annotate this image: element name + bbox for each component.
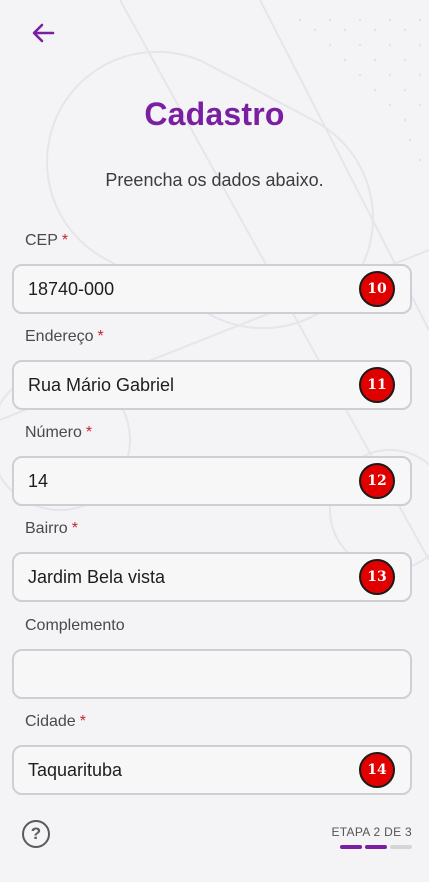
neighborhood-value: Jardim Bela vista — [28, 566, 166, 587]
address-value: Rua Mário Gabriel — [28, 374, 175, 395]
required-marker: * — [97, 328, 104, 345]
step-number-badge: 13 — [359, 559, 395, 595]
city-input[interactable]: Taquarituba 14 — [12, 745, 412, 795]
number-input[interactable]: 14 12 — [12, 456, 412, 506]
step-segment — [390, 845, 412, 849]
city-label: Cidade * — [25, 713, 86, 730]
address-input[interactable]: Rua Mário Gabriel 11 — [12, 360, 412, 410]
required-marker: * — [61, 232, 69, 249]
back-button[interactable] — [26, 18, 60, 48]
address-field: Endereço * Rua Mário Gabriel 11 — [12, 327, 412, 410]
page-subtitle: Preencha os dados abaixo. — [105, 170, 324, 190]
city-value: Taquarituba — [28, 759, 123, 780]
address-label: Endereço * — [25, 328, 104, 345]
step-number-badge: 12 — [359, 463, 395, 499]
neighborhood-input[interactable]: Jardim Bela vista 13 — [12, 552, 412, 602]
number-value: 14 — [28, 470, 49, 491]
city-field: Cidade * Taquarituba 14 — [12, 712, 412, 795]
cep-input[interactable]: 18740-000 10 — [12, 264, 412, 314]
cep-value: 18740-000 — [28, 278, 115, 299]
step-segment — [365, 845, 387, 849]
complement-label: Complemento — [25, 617, 125, 634]
arrow-left-icon — [32, 23, 55, 43]
step-segment — [340, 845, 362, 849]
cep-label: CEP * — [25, 232, 69, 249]
complement-input[interactable] — [12, 649, 412, 699]
neighborhood-label: Bairro * — [25, 520, 78, 537]
step-progress-bar — [340, 845, 412, 849]
cep-field: CEP * 18740-000 10 — [12, 231, 412, 314]
number-field: Número * 14 12 — [12, 423, 412, 506]
required-marker: * — [71, 520, 78, 537]
page-title: Cadastro — [144, 96, 285, 132]
step-number-badge: 14 — [359, 752, 395, 788]
required-marker: * — [85, 424, 93, 441]
step-indicator-label: ETAPA 2 DE 3 — [331, 825, 412, 839]
neighborhood-field: Bairro * Jardim Bela vista 13 — [12, 519, 412, 602]
complement-field: Complemento — [12, 616, 412, 699]
question-circle-icon: ? — [30, 824, 42, 843]
step-number-badge: 10 — [359, 271, 395, 307]
help-button[interactable]: ? — [22, 820, 50, 848]
number-label: Número * — [25, 424, 93, 441]
step-number-badge: 11 — [359, 367, 395, 403]
required-marker: * — [79, 713, 86, 730]
